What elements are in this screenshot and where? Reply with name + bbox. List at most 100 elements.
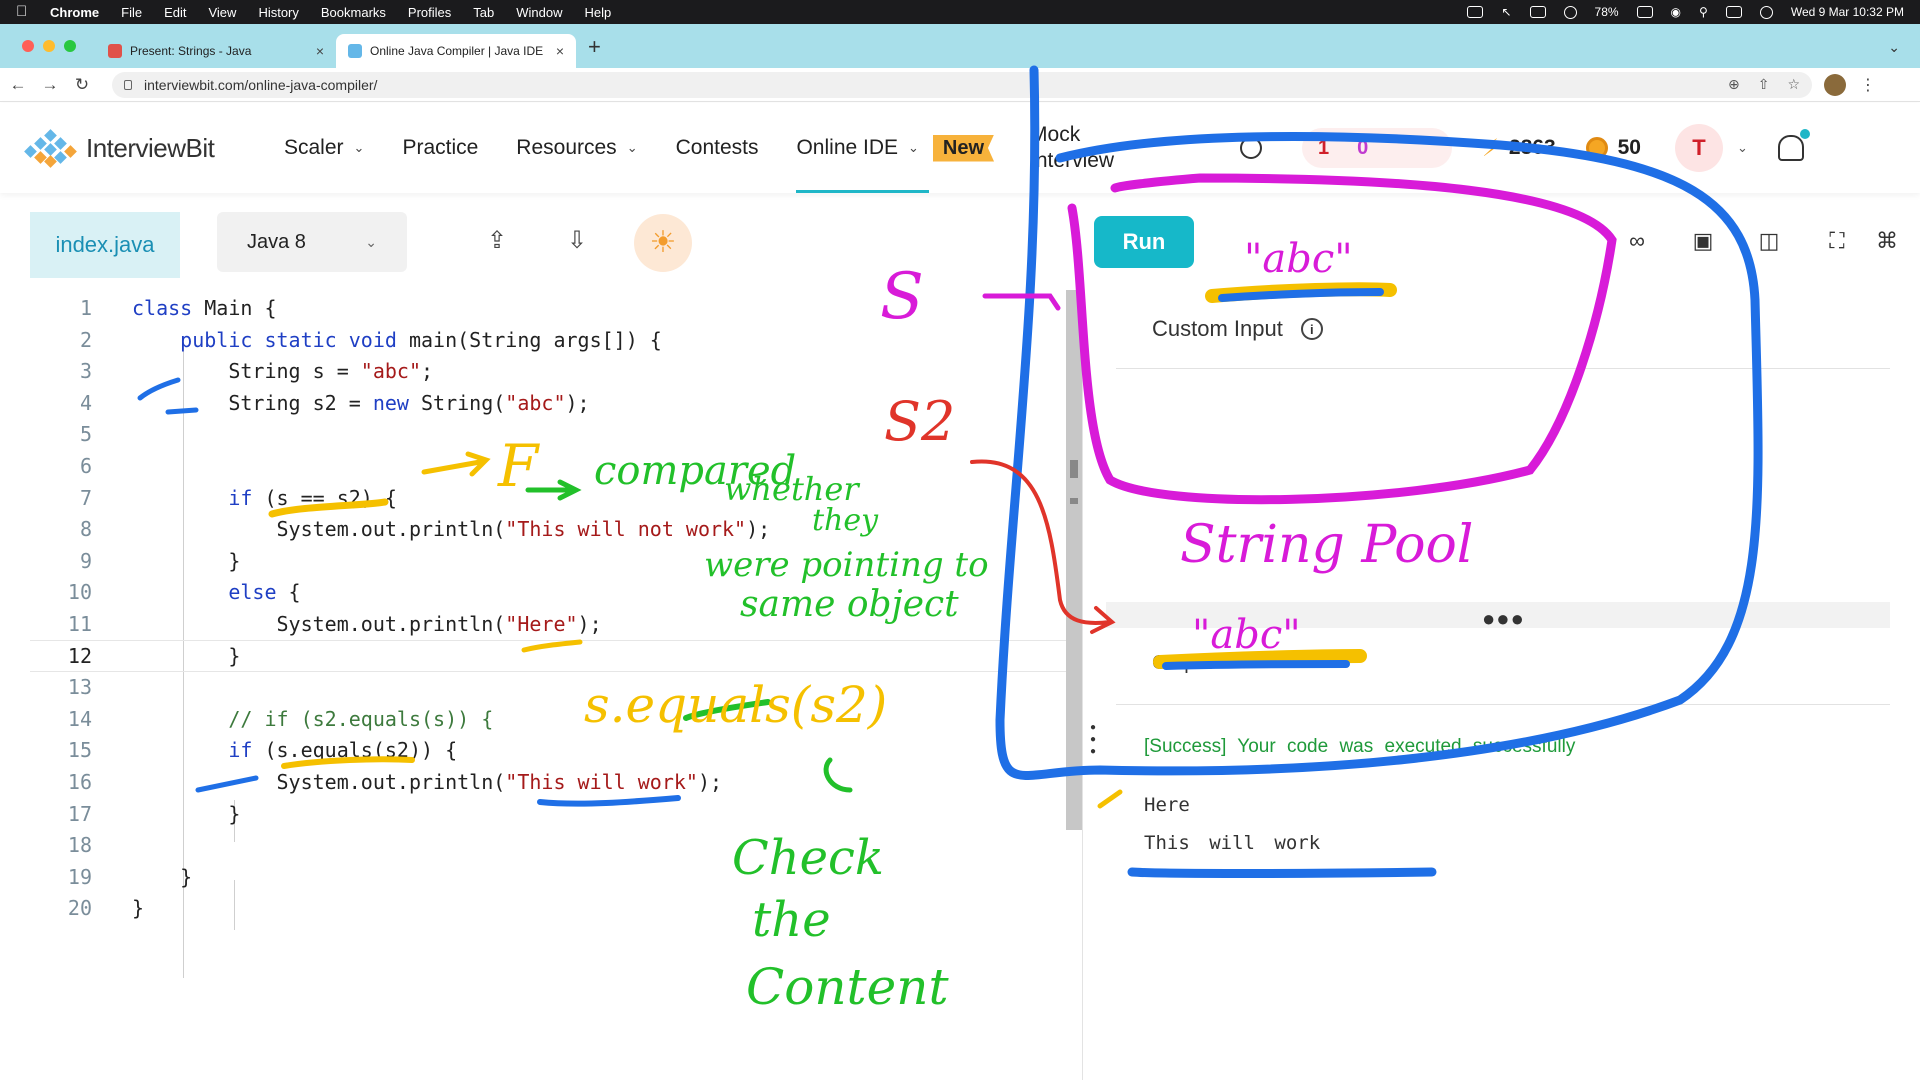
nav-contests[interactable]: Contests: [676, 103, 759, 193]
code-text[interactable]: System.out.println("This will not work")…: [132, 517, 770, 541]
interviewbit-logo[interactable]: InterviewBit: [24, 129, 264, 168]
tab-online-java-compiler[interactable]: Online Java Compiler | Java IDE ×: [336, 34, 576, 68]
code-line[interactable]: 14 // if (s2.equals(s)) {: [30, 703, 1066, 735]
drag-handle-icon[interactable]: ● ● ●: [1090, 722, 1098, 758]
display-icon[interactable]: [1529, 6, 1546, 18]
code-line[interactable]: 18: [30, 829, 1066, 861]
code-text[interactable]: System.out.println("Here");: [132, 612, 601, 636]
close-tab-icon[interactable]: ×: [556, 43, 564, 59]
upload-icon[interactable]: ⇪: [480, 224, 514, 258]
code-line[interactable]: 6: [30, 450, 1066, 482]
search-icon[interactable]: [1240, 137, 1263, 159]
close-window-button[interactable]: [22, 40, 34, 52]
code-text[interactable]: else {: [132, 580, 300, 604]
forward-arrow-icon[interactable]: →: [36, 75, 64, 95]
menu-edit[interactable]: Edit: [164, 5, 186, 20]
code-text[interactable]: System.out.println("This will work");: [132, 770, 722, 794]
siri-icon[interactable]: [1759, 5, 1773, 19]
editor-scrollbar[interactable]: [1066, 290, 1082, 830]
reload-icon[interactable]: ↻: [68, 75, 96, 95]
menu-view[interactable]: View: [208, 5, 236, 20]
code-line[interactable]: 9 }: [30, 545, 1066, 577]
code-text[interactable]: }: [132, 896, 144, 920]
code-line[interactable]: 2 public static void main(String args[])…: [30, 324, 1066, 356]
menu-history[interactable]: History: [258, 5, 298, 20]
folder-code-icon[interactable]: ◫: [1752, 224, 1786, 258]
clock[interactable]: Wed 9 Mar 10:32 PM: [1791, 5, 1904, 19]
profile-avatar[interactable]: [1824, 73, 1846, 96]
pane-divider[interactable]: [1082, 290, 1106, 1080]
code-text[interactable]: String s = "abc";: [132, 359, 433, 383]
download-icon[interactable]: ⇩: [560, 224, 594, 258]
code-line[interactable]: 20}: [30, 892, 1066, 924]
run-button[interactable]: Run: [1094, 216, 1194, 268]
menu-tab[interactable]: Tab: [473, 5, 494, 20]
chevron-down-icon[interactable]: ⌄: [1737, 140, 1748, 156]
browser-menu-icon[interactable]: ⋮: [1860, 75, 1876, 95]
screen-mirror-icon[interactable]: [1467, 6, 1484, 18]
spotlight-icon[interactable]: ⚲: [1699, 5, 1708, 19]
code-line[interactable]: 15 if (s.equals(s2)) {: [30, 734, 1066, 766]
link-icon[interactable]: ∞: [1620, 224, 1654, 258]
code-line[interactable]: 8 System.out.println("This will not work…: [30, 513, 1066, 545]
minimize-window-button[interactable]: [43, 40, 55, 52]
zoom-icon[interactable]: ⊕: [1728, 76, 1740, 93]
share-icon[interactable]: ⇧: [1758, 76, 1770, 93]
nav-practice[interactable]: Practice: [402, 103, 478, 193]
fullscreen-icon[interactable]: ⛶: [1820, 224, 1854, 258]
nav-resources[interactable]: Resources ⌄: [516, 103, 637, 193]
url-text[interactable]: interviewbit.com/online-java-compiler/: [144, 77, 377, 93]
code-line[interactable]: 16 System.out.println("This will work");: [30, 766, 1066, 798]
code-line[interactable]: 1 class Main {: [30, 292, 1066, 324]
code-text[interactable]: }: [132, 644, 240, 668]
code-line[interactable]: 13: [30, 671, 1066, 703]
file-tab-index-java[interactable]: index.java: [30, 212, 180, 278]
info-icon[interactable]: i: [1300, 318, 1323, 340]
back-arrow-icon[interactable]: ←: [4, 75, 32, 95]
url-field[interactable]: interviewbit.com/online-java-compiler/ ⊕…: [112, 71, 1812, 98]
code-text[interactable]: public static void main(String args[]) {: [132, 328, 662, 352]
coins-stat[interactable]: 50: [1585, 136, 1641, 160]
menu-app-name[interactable]: Chrome: [50, 5, 99, 20]
code-line[interactable]: 3 String s = "abc";: [30, 355, 1066, 387]
code-line[interactable]: 11 System.out.println("Here");: [30, 608, 1066, 640]
nav-mock-interview[interactable]: Mock Interview: [1030, 122, 1140, 174]
code-line[interactable]: 4 String s2 = new String("abc");: [30, 387, 1066, 419]
nav-online-ide[interactable]: Online IDE ⌄: [796, 103, 930, 193]
menu-window[interactable]: Window: [516, 5, 562, 20]
streak-pill[interactable]: 1 0: [1302, 128, 1453, 168]
code-line[interactable]: 7 if (s == s2) {: [30, 482, 1066, 514]
new-tab-icon[interactable]: +: [576, 34, 613, 68]
control-center-icon[interactable]: [1725, 6, 1742, 18]
code-text[interactable]: if (s.equals(s2)) {: [132, 738, 457, 762]
code-line[interactable]: 17 }: [30, 798, 1066, 830]
menu-profiles[interactable]: Profiles: [408, 5, 451, 20]
menu-bookmarks[interactable]: Bookmarks: [321, 5, 386, 20]
focus-icon[interactable]: [1563, 5, 1577, 19]
code-line[interactable]: 12 }: [30, 639, 1066, 672]
code-editor[interactable]: 1 class Main {2 public static void main(S…: [30, 290, 1066, 1080]
code-line[interactable]: 10 else {: [30, 576, 1066, 608]
code-line[interactable]: 5: [30, 418, 1066, 450]
code-text[interactable]: }: [132, 549, 240, 573]
code-text[interactable]: }: [132, 802, 240, 826]
save-icon[interactable]: ▣: [1686, 224, 1720, 258]
menu-help[interactable]: Help: [585, 5, 612, 20]
bookmark-star-icon[interactable]: ☆: [1787, 76, 1800, 93]
points-stat[interactable]: ⚡ 2863: [1482, 134, 1556, 163]
more-options-icon[interactable]: ●●●: [1482, 606, 1525, 632]
code-text[interactable]: }: [132, 865, 192, 889]
tab-present-strings[interactable]: Present: Strings - Java ×: [96, 34, 336, 68]
close-tab-icon[interactable]: ×: [316, 43, 324, 59]
notification-bell-icon[interactable]: [1777, 129, 1810, 161]
apple-icon[interactable]: : [16, 4, 30, 20]
code-text[interactable]: // if (s2.equals(s)) {: [132, 707, 493, 731]
menu-file[interactable]: File: [121, 5, 142, 20]
scroll-thumb[interactable]: [1070, 498, 1078, 504]
tab-search-chevron-icon[interactable]: ⌄: [1888, 39, 1900, 56]
scroll-thumb[interactable]: [1070, 460, 1078, 478]
wifi-icon[interactable]: ◉: [1671, 5, 1681, 19]
custom-input-area[interactable]: [1116, 370, 1890, 600]
code-text[interactable]: class Main {: [132, 296, 277, 320]
code-text[interactable]: String s2 = new String("abc");: [132, 391, 589, 415]
